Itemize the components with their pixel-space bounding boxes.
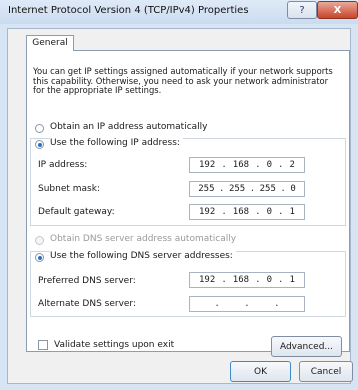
default-gateway-field[interactable]: 192. 168. 0. 1 [189, 204, 305, 220]
use-following-ip-radio[interactable] [35, 140, 44, 149]
intro-text: You can get IP settings assigned automat… [33, 66, 333, 96]
close-icon: X [333, 4, 342, 16]
validate-settings-checkbox[interactable] [38, 340, 48, 350]
subnet-octet-3: 255 [259, 184, 276, 194]
close-button[interactable]: X [317, 1, 358, 19]
subnet-octet-4: 0 [290, 184, 296, 194]
cancel-button[interactable]: Cancel [299, 361, 353, 382]
ip-octet-4: 2 [289, 160, 295, 170]
pdns-octet-4: 1 [289, 275, 295, 285]
ip-octet-3: 0 [266, 160, 272, 170]
gateway-octet-3: 0 [266, 207, 272, 217]
subnet-mask-field[interactable]: 255. 255. 255. 0 [189, 181, 305, 197]
obtain-dns-auto-radio[interactable] [35, 236, 44, 245]
subnet-mask-label: Subnet mask: [38, 184, 100, 194]
use-following-dns-radio[interactable] [35, 253, 44, 262]
obtain-ip-auto-label[interactable]: Obtain an IP address automatically [50, 122, 208, 132]
ip-address-label: IP address: [38, 160, 88, 170]
ip-octet-1: 192 [199, 160, 216, 170]
advanced-button[interactable]: Advanced... [271, 336, 342, 357]
alternate-dns-label: Alternate DNS server: [38, 299, 137, 309]
subnet-octet-1: 255 [198, 184, 215, 194]
properties-dialog: Internet Protocol Version 4 (TCP/IPv4) P… [0, 0, 358, 390]
obtain-dns-auto-label[interactable]: Obtain DNS server address automatically [50, 234, 236, 244]
ok-button[interactable]: OK [230, 361, 291, 382]
obtain-ip-auto-radio[interactable] [35, 124, 44, 133]
validate-settings-label[interactable]: Validate settings upon exit [54, 340, 174, 350]
gateway-octet-1: 192 [199, 207, 216, 217]
title-bar: Internet Protocol Version 4 (TCP/IPv4) P… [0, 0, 358, 24]
pdns-octet-1: 192 [199, 275, 216, 285]
gateway-octet-2: 168 [232, 207, 250, 217]
tab-general[interactable]: General [26, 35, 74, 51]
help-button[interactable]: ? [287, 1, 317, 19]
preferred-dns-label: Preferred DNS server: [38, 276, 136, 286]
pdns-octet-2: 168 [232, 275, 250, 285]
ip-address-field[interactable]: 192. 168. 0. 2 [189, 157, 305, 173]
window-title: Internet Protocol Version 4 (TCP/IPv4) P… [8, 5, 249, 16]
default-gateway-label: Default gateway: [38, 207, 115, 217]
pdns-octet-3: 0 [266, 275, 272, 285]
ip-octet-2: 168 [232, 160, 250, 170]
gateway-octet-4: 1 [289, 207, 295, 217]
subnet-octet-2: 255 [228, 184, 246, 194]
use-following-ip-label[interactable]: Use the following IP address: [50, 138, 183, 148]
use-following-dns-label[interactable]: Use the following DNS server addresses: [50, 251, 236, 261]
preferred-dns-field[interactable]: 192. 168. 0. 1 [189, 272, 305, 288]
help-icon: ? [299, 4, 305, 16]
alternate-dns-field[interactable]: . . . [189, 296, 305, 312]
